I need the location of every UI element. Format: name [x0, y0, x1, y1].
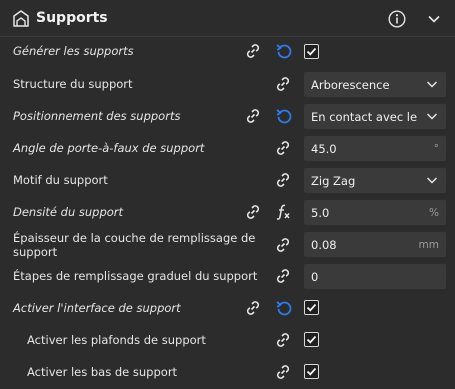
overhang-angle-input[interactable]: 45.0 °: [304, 136, 446, 161]
link-icon[interactable]: [274, 75, 292, 93]
support-pattern-select[interactable]: Zig Zag: [304, 168, 446, 193]
row-generate-supports: Générer les supports: [0, 36, 455, 66]
support-placement-select[interactable]: En contact avec le plateau: [304, 104, 446, 129]
setting-label: Angle de porte-à-faux de support: [13, 141, 205, 155]
select-value: En contact avec le plateau: [311, 109, 421, 124]
unit-label: mm: [418, 238, 439, 251]
enable-support-interface-checkbox[interactable]: [304, 300, 319, 315]
section-header[interactable]: Supports: [0, 0, 455, 37]
undo-icon[interactable]: [275, 107, 293, 125]
link-icon[interactable]: [274, 331, 292, 349]
row-support-pattern: Motif du support Zig Zag: [0, 165, 455, 195]
row-support-structure: Structure du support Arborescence: [0, 69, 455, 99]
chevron-down-icon[interactable]: [427, 12, 441, 26]
link-icon[interactable]: [274, 363, 292, 381]
enable-support-floors-checkbox[interactable]: [304, 364, 319, 379]
chevron-down-icon: [426, 81, 438, 88]
link-icon[interactable]: [244, 42, 262, 60]
link-icon[interactable]: [274, 236, 292, 254]
row-support-placement: Positionnement des supports En contact a…: [0, 101, 455, 131]
info-icon[interactable]: [388, 10, 406, 28]
setting-label: Épaisseur de la couche de remplissage de…: [13, 231, 256, 259]
setting-label: Motif du support: [13, 173, 108, 187]
link-icon[interactable]: [244, 107, 262, 125]
link-icon[interactable]: [274, 171, 292, 189]
undo-icon[interactable]: [275, 42, 293, 60]
setting-label: Activer les bas de support: [27, 365, 178, 379]
row-support-density: Densité du support 5.0 %: [0, 197, 455, 227]
gradual-infill-steps-input[interactable]: 0: [304, 264, 446, 289]
setting-label: Positionnement des supports: [13, 109, 181, 123]
setting-label: Générer les supports: [13, 44, 134, 58]
unit-label: %: [429, 206, 439, 219]
row-gradual-infill-steps: Étapes de remplissage graduel du support…: [0, 261, 455, 291]
chevron-down-icon: [426, 177, 438, 184]
select-value: Arborescence: [311, 77, 390, 92]
chevron-down-icon: [426, 113, 438, 120]
unit-label: °: [433, 142, 439, 155]
setting-label: Étapes de remplissage graduel du support: [13, 269, 258, 283]
link-icon[interactable]: [244, 299, 262, 317]
generate-supports-checkbox[interactable]: [304, 44, 319, 59]
support-layer-thickness-input[interactable]: 0.08 mm: [304, 232, 446, 257]
setting-label: Activer les plafonds de support: [27, 333, 206, 347]
row-enable-support-interface: Activer l'interface de support: [0, 293, 455, 323]
function-icon[interactable]: [274, 203, 292, 221]
input-value: 45.0: [311, 141, 337, 156]
input-value: 0: [311, 269, 319, 284]
section-title: Supports: [36, 10, 108, 26]
link-icon[interactable]: [274, 139, 292, 157]
support-density-input[interactable]: 5.0 %: [304, 200, 446, 225]
input-value: 5.0: [311, 205, 330, 220]
support-icon: [13, 10, 29, 27]
setting-label: Structure du support: [13, 77, 133, 91]
enable-support-roofs-checkbox[interactable]: [304, 332, 319, 347]
select-value: Zig Zag: [311, 173, 356, 188]
support-structure-select[interactable]: Arborescence: [304, 72, 446, 97]
row-enable-support-floors: Activer les bas de support: [0, 357, 455, 387]
setting-label: Activer l'interface de support: [13, 301, 181, 315]
undo-icon[interactable]: [275, 299, 293, 317]
setting-label: Densité du support: [13, 205, 124, 219]
link-icon[interactable]: [244, 203, 262, 221]
link-icon[interactable]: [274, 267, 292, 285]
input-value: 0.08: [311, 237, 337, 252]
row-overhang-angle: Angle de porte-à-faux de support 45.0 °: [0, 133, 455, 163]
row-support-layer-thickness: Épaisseur de la couche de remplissage de…: [0, 229, 455, 261]
row-enable-support-roofs: Activer les plafonds de support: [0, 325, 455, 355]
